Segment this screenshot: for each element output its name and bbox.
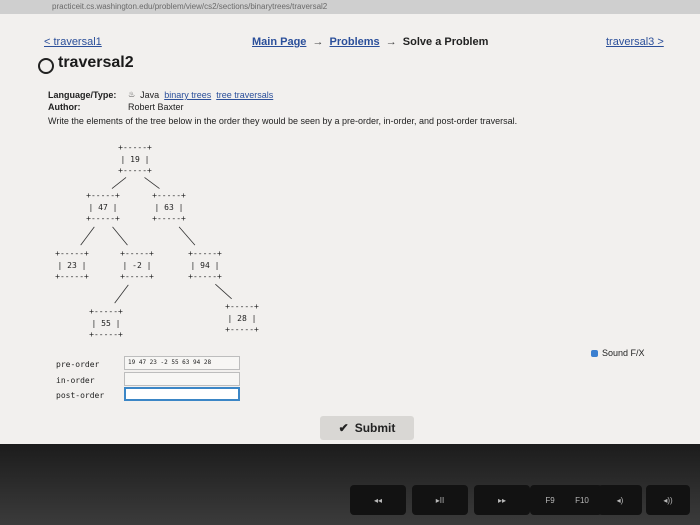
- in-order-label: in-order: [56, 376, 95, 385]
- node-border-top: +-----+: [118, 143, 152, 152]
- tree-edge: [112, 226, 128, 246]
- volume-down-key: ◂): [598, 485, 642, 515]
- submit-label: Submit: [354, 421, 396, 435]
- node-value: | 55 |: [92, 319, 121, 328]
- node-value: | 19 |: [121, 155, 150, 164]
- pre-order-input[interactable]: 19 47 23 -2 55 63 94 28: [124, 356, 240, 370]
- node-value: | 28 |: [228, 314, 257, 323]
- post-order-label: post-order: [56, 391, 105, 400]
- play-pause-key: ▸II: [412, 485, 468, 515]
- node-border-bottom: +-----+: [55, 272, 89, 281]
- tree-node: +-----+ | -2 | +-----+: [120, 249, 154, 281]
- tree-node: +-----+ | 23 | +-----+: [55, 249, 89, 281]
- sound-fx-toggle[interactable]: Sound F/X: [591, 348, 645, 358]
- node-border-top: +-----+: [120, 249, 154, 258]
- checkbox-checked-icon[interactable]: [591, 349, 598, 357]
- node-border-bottom: +-----+: [118, 166, 152, 175]
- tree-node: +-----+ | 63 | +-----+: [152, 191, 186, 223]
- node-value: | 94 |: [191, 261, 220, 270]
- node-border-top: +-----+: [89, 307, 123, 316]
- node-value: | 63 |: [155, 203, 184, 212]
- tree-node: +-----+ | 94 | +-----+: [188, 249, 222, 281]
- node-value: | 47 |: [89, 203, 118, 212]
- node-border-top: +-----+: [225, 302, 259, 311]
- keyboard-row: ◂◂ ▸II ▸▸ F9 F10 ◂) ◂)): [220, 485, 700, 525]
- sound-fx-label: Sound F/X: [602, 348, 645, 358]
- pre-order-label: pre-order: [56, 360, 100, 369]
- page-content: < traversal1 Main Page → Problems → Solv…: [0, 14, 700, 444]
- rewind-key: ◂◂: [350, 485, 406, 515]
- tree-node: +-----+ | 47 | +-----+: [86, 191, 120, 223]
- checkmark-icon: ✔: [338, 421, 349, 435]
- tree-edge: [114, 284, 129, 304]
- node-border-bottom: +-----+: [89, 330, 123, 339]
- tree-edge: [215, 283, 232, 300]
- node-border-bottom: +-----+: [152, 214, 186, 223]
- address-url[interactable]: practiceit.cs.washington.edu/problem/vie…: [52, 2, 327, 11]
- fast-forward-key: ▸▸: [474, 485, 530, 515]
- node-border-top: +-----+: [86, 191, 120, 200]
- node-border-bottom: +-----+: [86, 214, 120, 223]
- browser-address-bar: practiceit.cs.washington.edu/problem/vie…: [0, 0, 700, 14]
- node-value: | 23 |: [58, 261, 87, 270]
- post-order-input[interactable]: [124, 387, 240, 401]
- volume-up-key: ◂)): [646, 485, 690, 515]
- node-value: | -2 |: [123, 261, 152, 270]
- f10-key: F10: [562, 485, 602, 515]
- node-border-bottom: +-----+: [120, 272, 154, 281]
- node-border-bottom: +-----+: [225, 325, 259, 334]
- in-order-input[interactable]: [124, 372, 240, 386]
- tree-node: +-----+ | 55 | +-----+: [89, 307, 123, 339]
- submit-button[interactable]: ✔ Submit: [320, 416, 414, 440]
- node-border-top: +-----+: [152, 191, 186, 200]
- tree-edge: [80, 226, 95, 246]
- node-border-top: +-----+: [188, 249, 222, 258]
- tree-node: +-----+ | 28 | +-----+: [225, 302, 259, 334]
- node-border-bottom: +-----+: [188, 272, 222, 281]
- tree-edge: [111, 177, 127, 189]
- tree-edge: [144, 177, 160, 189]
- tree-edge: [178, 226, 196, 246]
- node-border-top: +-----+: [55, 249, 89, 258]
- binary-tree-diagram: +-----+| 19 |+-----++-----+| 47 |+-----+…: [55, 143, 259, 339]
- tree-node: +-----+ | 19 | +-----+: [118, 143, 152, 175]
